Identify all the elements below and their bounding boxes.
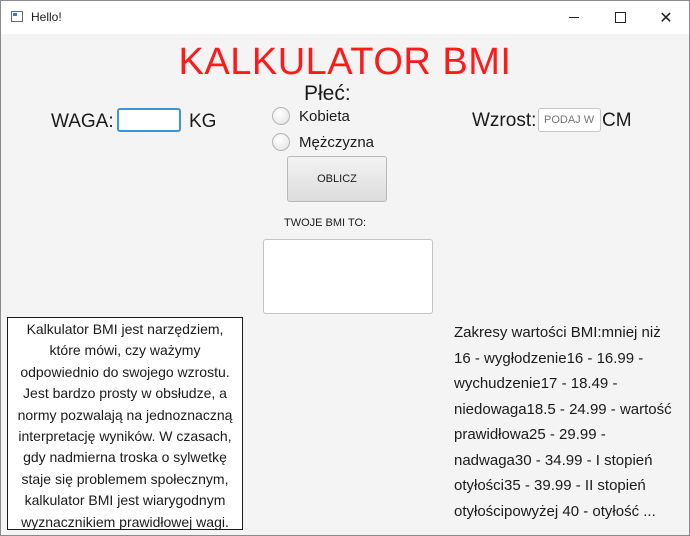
description-box: Kalkulator BMI jest narzędziem, które mó…	[7, 317, 243, 530]
result-label: TWOJE BMI TO:	[284, 217, 367, 229]
maximize-icon	[614, 12, 626, 23]
height-label: Wzrost:	[472, 110, 537, 131]
minimize-icon	[569, 17, 579, 18]
radio-label-kobieta: Kobieta	[299, 107, 350, 125]
height-unit-label: CM	[602, 110, 632, 131]
ranges-line: niedowaga18.5 - 24.99 - wartość	[454, 400, 672, 418]
description-line: interpretację wyników. W czasach,	[18, 428, 232, 445]
calculate-button[interactable]: OBLICZ	[287, 156, 387, 202]
weight-label: WAGA:	[51, 111, 114, 132]
description-line: kalkulator BMI jest wiarygodnym	[24, 492, 226, 509]
radio-label-mezczyzna: Mężczyzna	[299, 133, 375, 151]
page-title: KALKULATOR BMI	[178, 41, 512, 83]
radio-option-kobieta[interactable]: Kobieta	[272, 107, 350, 125]
description-line: Jest bardzo prosty w obsłudze, a	[23, 385, 227, 402]
radio-option-mezczyzna[interactable]: Mężczyzna	[272, 133, 374, 151]
gender-label: Płeć:	[304, 82, 351, 105]
ranges-line: prawidłowa25 - 29.99 -	[454, 426, 606, 443]
description-line: staje się problemem społecznym,	[21, 470, 229, 487]
description-line: wyznacznikiem prawidłowej wagi.	[21, 513, 229, 530]
app-window: Hello! ✕ KALKULATOR BMI Płeć: WAGA: KG K…	[0, 0, 690, 536]
close-button[interactable]: ✕	[643, 1, 689, 34]
close-icon: ✕	[659, 9, 673, 27]
description-line: normy pozwalają na jednoznaczną	[17, 406, 233, 423]
maximize-button[interactable]	[597, 1, 643, 34]
weight-input[interactable]	[117, 108, 181, 132]
description-line: gdy nadmierna troska o sylwetkę	[23, 449, 227, 466]
ranges-line: Zakresy wartości BMI:mniej niż	[454, 324, 661, 341]
ranges-line: 16 - wygłodzenie16 - 16.99 -	[454, 349, 644, 367]
description-line: Kalkulator BMI jest narzędziem,	[26, 321, 224, 337]
radio-button-mezczyzna[interactable]	[272, 133, 290, 151]
radio-button-kobieta[interactable]	[272, 107, 290, 125]
ranges-line: otyłościpowyżej 40 - otyłość ...	[454, 502, 656, 520]
height-input[interactable]	[538, 108, 601, 132]
description-line: które mówi, czy ważymy	[49, 342, 201, 359]
bmi-ranges-text: Zakresy wartości BMI:mniej niż 16 - wygł…	[454, 320, 690, 525]
bmi-result-field[interactable]	[263, 239, 433, 314]
app-icon	[11, 11, 23, 22]
ranges-line: wychudzenie17 - 18.49 -	[454, 375, 618, 392]
ranges-line: otyłości35 - 39.99 - II stopień	[454, 477, 646, 494]
description-line: odpowiednio do swojego wzrostu.	[20, 363, 230, 380]
title-bar[interactable]: Hello! ✕	[1, 1, 689, 34]
weight-unit-label: KG	[189, 111, 217, 132]
ranges-line: nadwaga30 - 34.99 - I stopień	[454, 451, 653, 469]
minimize-button[interactable]	[551, 1, 597, 34]
window-title: Hello!	[31, 10, 62, 24]
